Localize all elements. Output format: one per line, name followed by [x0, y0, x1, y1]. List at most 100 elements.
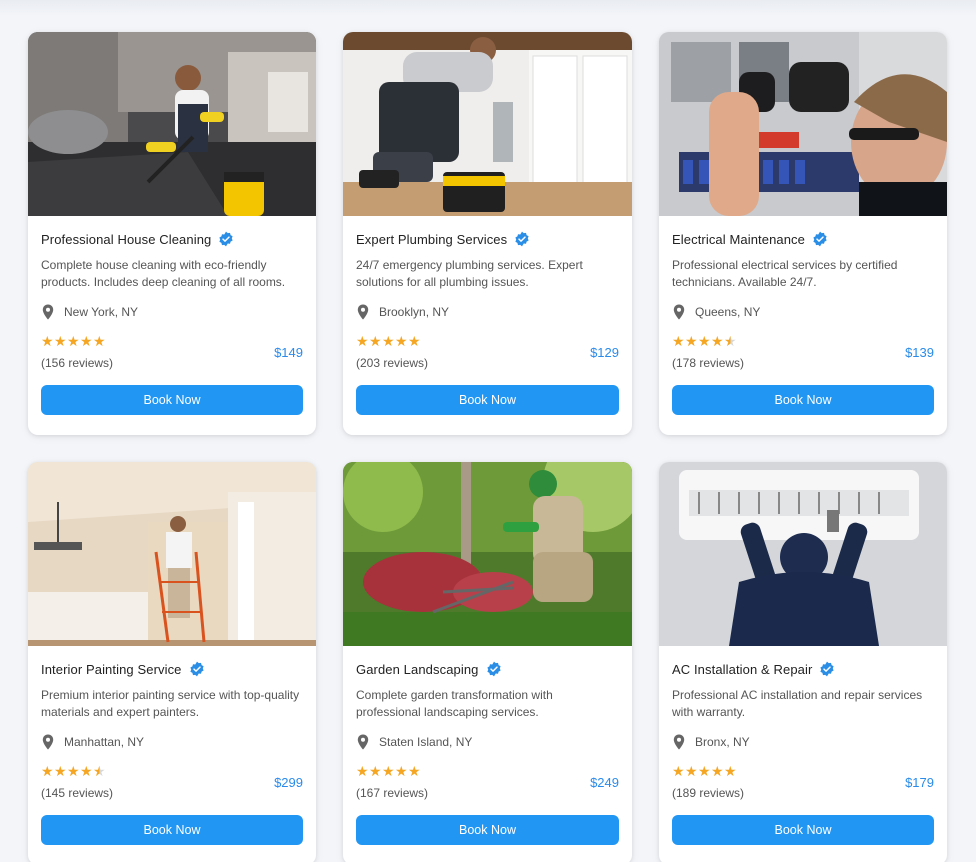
- service-title[interactable]: Professional House Cleaning: [41, 232, 211, 247]
- book-now-button[interactable]: Book Now: [356, 385, 619, 415]
- location-text: Bronx, NY: [695, 735, 750, 749]
- title-row: Interior Painting Service: [41, 661, 205, 677]
- title-row: Garden Landscaping: [356, 661, 502, 677]
- card-body: Professional House Cleaning Complete hou…: [28, 216, 316, 435]
- verified-badge-icon: [486, 661, 502, 677]
- star-half-icon: ★: [93, 763, 107, 779]
- book-now-button[interactable]: Book Now: [41, 385, 303, 415]
- location-text: Queens, NY: [695, 305, 761, 319]
- verified-badge-icon: [218, 231, 234, 247]
- star-full-icon: ★: [356, 763, 370, 779]
- price: $149: [274, 345, 303, 360]
- location: Staten Island, NY: [356, 734, 472, 750]
- service-title[interactable]: AC Installation & Repair: [672, 662, 812, 677]
- service-card: Expert Plumbing Services 24/7 emergency …: [343, 32, 632, 435]
- price: $129: [590, 345, 619, 360]
- card-body: AC Installation & Repair Professional AC…: [659, 646, 947, 862]
- card-body: Expert Plumbing Services 24/7 emergency …: [343, 216, 632, 435]
- service-description: 24/7 emergency plumbing services. Expert…: [356, 258, 583, 289]
- star-full-icon: ★: [54, 763, 68, 779]
- star-full-icon: ★: [408, 763, 422, 779]
- book-now-button[interactable]: Book Now: [672, 815, 934, 845]
- location-pin-icon: [672, 304, 686, 320]
- review-count: (178 reviews): [672, 356, 745, 370]
- price: $299: [274, 775, 303, 790]
- location-text: Staten Island, NY: [379, 735, 473, 749]
- service-grid: Professional House Cleaning Complete hou…: [28, 32, 947, 862]
- star-full-icon: ★: [724, 763, 738, 779]
- location-text: Brooklyn, NY: [379, 305, 450, 319]
- star-full-icon: ★: [93, 333, 107, 349]
- service-card: Garden Landscaping Complete garden trans…: [343, 462, 632, 862]
- verified-badge-icon: [189, 661, 205, 677]
- landscaping-photo[interactable]: [343, 462, 632, 646]
- plumbing-photo[interactable]: [343, 32, 632, 216]
- location-pin-icon: [356, 304, 370, 320]
- title-row: Electrical Maintenance: [672, 231, 828, 247]
- verified-badge-icon: [514, 231, 530, 247]
- price: $249: [590, 775, 619, 790]
- service-description: Complete garden transformation with prof…: [356, 688, 553, 719]
- star-full-icon: ★: [672, 763, 686, 779]
- location-text: Manhattan, NY: [64, 735, 145, 749]
- location-pin-icon: [41, 304, 55, 320]
- review-count: (156 reviews): [41, 356, 114, 370]
- star-full-icon: ★: [41, 333, 55, 349]
- book-now-button[interactable]: Book Now: [356, 815, 619, 845]
- star-full-icon: ★: [356, 333, 370, 349]
- verified-badge-icon: [819, 661, 835, 677]
- star-full-icon: ★: [41, 763, 55, 779]
- star-full-icon: ★: [67, 333, 81, 349]
- service-description: Premium interior painting service with t…: [41, 688, 300, 719]
- star-rating: ★★★★★: [672, 334, 737, 348]
- service-description: Complete house cleaning with eco-friendl…: [41, 258, 286, 289]
- card-body: Interior Painting Service Premium interi…: [28, 646, 316, 862]
- service-description: Professional electrical services by cert…: [672, 258, 898, 289]
- star-full-icon: ★: [698, 763, 712, 779]
- card-body: Electrical Maintenance Professional elec…: [659, 216, 947, 435]
- ac-repair-photo[interactable]: [659, 462, 947, 646]
- star-rating: ★★★★★: [356, 764, 421, 778]
- service-title[interactable]: Expert Plumbing Services: [356, 232, 507, 247]
- service-title[interactable]: Interior Painting Service: [41, 662, 182, 677]
- book-now-button[interactable]: Book Now: [672, 385, 934, 415]
- location: Bronx, NY: [672, 734, 750, 750]
- service-title[interactable]: Electrical Maintenance: [672, 232, 805, 247]
- star-full-icon: ★: [395, 763, 409, 779]
- star-full-icon: ★: [369, 333, 383, 349]
- verified-badge-icon: [812, 231, 828, 247]
- star-full-icon: ★: [369, 763, 383, 779]
- location-text: New York, NY: [64, 305, 139, 319]
- star-full-icon: ★: [54, 333, 68, 349]
- review-count: (203 reviews): [356, 356, 429, 370]
- location: Queens, NY: [672, 304, 760, 320]
- electrical-photo[interactable]: [659, 32, 947, 216]
- star-full-icon: ★: [408, 333, 422, 349]
- star-rating: ★★★★★: [41, 764, 106, 778]
- location-pin-icon: [41, 734, 55, 750]
- star-rating: ★★★★★: [356, 334, 421, 348]
- star-full-icon: ★: [382, 763, 396, 779]
- service-card: AC Installation & Repair Professional AC…: [659, 462, 947, 862]
- house-cleaning-photo[interactable]: [28, 32, 316, 216]
- star-rating: ★★★★★: [41, 334, 106, 348]
- service-title[interactable]: Garden Landscaping: [356, 662, 479, 677]
- star-full-icon: ★: [80, 763, 94, 779]
- title-row: Professional House Cleaning: [41, 231, 234, 247]
- star-full-icon: ★: [67, 763, 81, 779]
- review-count: (145 reviews): [41, 786, 114, 800]
- location: Brooklyn, NY: [356, 304, 449, 320]
- star-rating: ★★★★★: [672, 764, 737, 778]
- book-now-button[interactable]: Book Now: [41, 815, 303, 845]
- service-card: Electrical Maintenance Professional elec…: [659, 32, 947, 435]
- top-shadow: [0, 0, 976, 16]
- star-full-icon: ★: [711, 763, 725, 779]
- star-full-icon: ★: [80, 333, 94, 349]
- location-pin-icon: [672, 734, 686, 750]
- star-full-icon: ★: [382, 333, 396, 349]
- title-row: Expert Plumbing Services: [356, 231, 530, 247]
- star-full-icon: ★: [672, 333, 686, 349]
- star-full-icon: ★: [711, 333, 725, 349]
- location: New York, NY: [41, 304, 138, 320]
- painting-photo[interactable]: [28, 462, 316, 646]
